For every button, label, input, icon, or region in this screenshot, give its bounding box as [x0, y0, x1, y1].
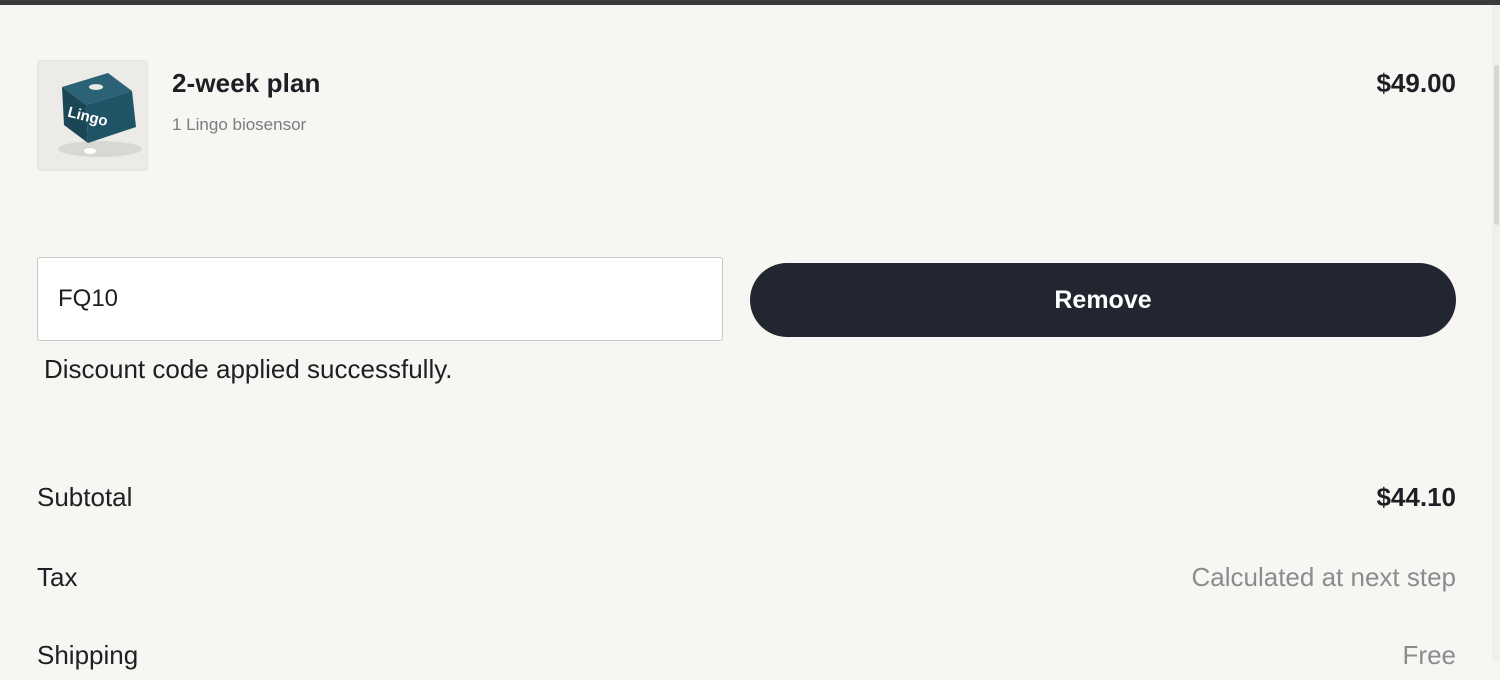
product-price: $49.00 [1376, 68, 1456, 98]
subtotal-label: Subtotal [37, 482, 133, 512]
subtotal-row: Subtotal $44.10 [37, 482, 1456, 522]
window-top-border [0, 0, 1500, 5]
tax-label: Tax [37, 562, 78, 592]
subtotal-value: $44.10 [1376, 482, 1456, 512]
tax-value: Calculated at next step [1191, 562, 1457, 592]
shipping-label: Shipping [37, 640, 139, 670]
shipping-row: Shipping Free [37, 640, 1456, 680]
discount-success-message: Discount code applied successfully. [44, 354, 453, 384]
product-box-image: Lingo [38, 61, 147, 170]
scrollbar-thumb[interactable] [1494, 65, 1499, 225]
cart-line-item: Lingo 2-week plan 1 Lingo biosensor $49.… [37, 60, 1456, 171]
tax-row: Tax Calculated at next step [37, 562, 1456, 602]
scrollbar[interactable] [1492, 5, 1500, 662]
product-subtitle: 1 Lingo biosensor [172, 115, 307, 134]
product-thumbnail: Lingo [37, 60, 148, 171]
remove-discount-button[interactable]: Remove [750, 263, 1456, 337]
shipping-value: Free [1402, 640, 1456, 670]
product-name: 2-week plan [172, 68, 321, 98]
discount-code-input[interactable] [37, 257, 723, 341]
